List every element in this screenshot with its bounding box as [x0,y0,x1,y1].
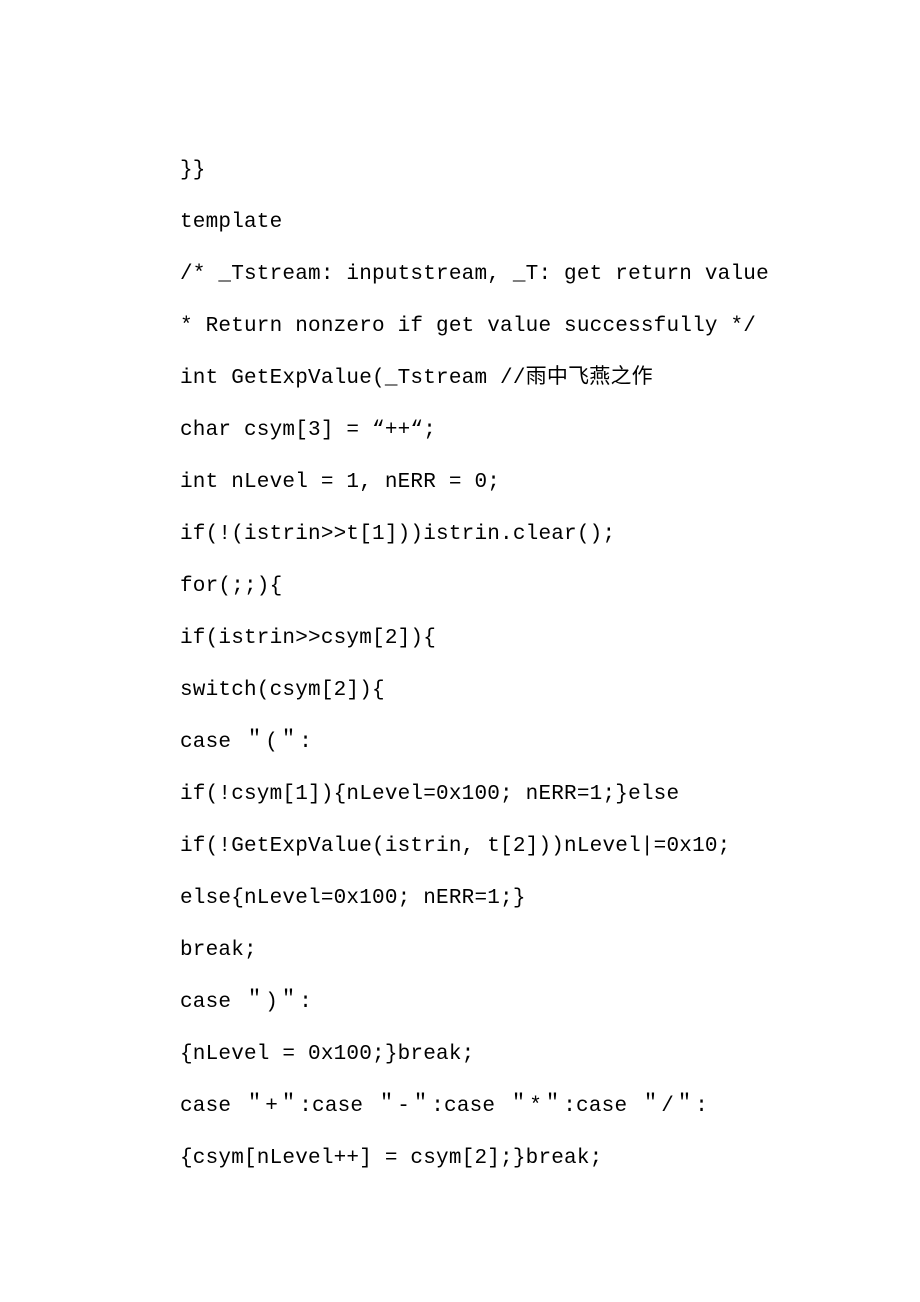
code-line: if(istrin>>csym[2]){ [180,628,920,649]
code-line: {csym[nLevel++] = csym[2];}break; [180,1148,920,1169]
code-line: case ＂+＂:case ＂-＂:case ＂*＂:case ＂/＂: [180,1096,920,1117]
code-line: /* _Tstream: inputstream, _T: get return… [180,264,920,285]
code-line: template [180,212,920,233]
code-line: if(!(istrin>>t[1]))istrin.clear(); [180,524,920,545]
code-line: case ＂)＂: [180,992,920,1013]
code-line: if(!GetExpValue(istrin, t[2]))nLevel|=0x… [180,836,920,857]
code-line: case ＂(＂: [180,732,920,753]
code-line: int GetExpValue(_Tstream //雨中飞燕之作 [180,368,920,389]
code-line: if(!csym[1]){nLevel=0x100; nERR=1;}else [180,784,920,805]
code-line: }} [180,160,920,181]
code-line: {nLevel = 0x100;}break; [180,1044,920,1065]
code-line: else{nLevel=0x100; nERR=1;} [180,888,920,909]
document-page: }} template /* _Tstream: inputstream, _T… [0,0,920,1302]
code-line: switch(csym[2]){ [180,680,920,701]
code-line: * Return nonzero if get value successful… [180,316,920,337]
code-line: char csym[3] = “++“; [180,420,920,441]
code-line: int nLevel = 1, nERR = 0; [180,472,920,493]
code-line: break; [180,940,920,961]
code-line: for(;;){ [180,576,920,597]
